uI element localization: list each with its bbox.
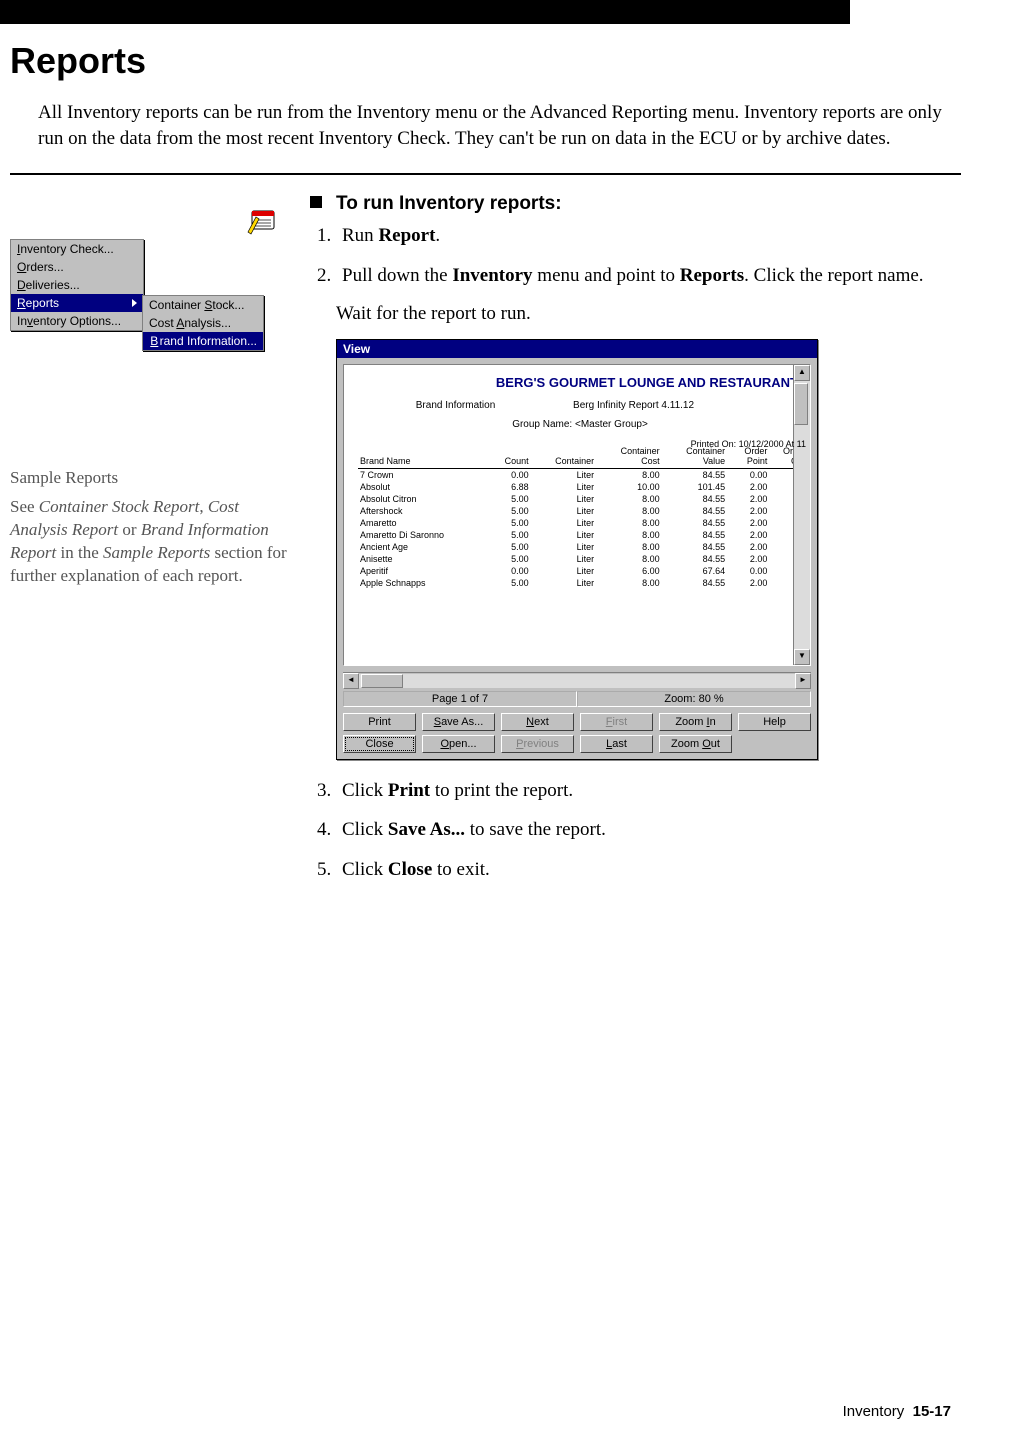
- wait-text: Wait for the report to run.: [336, 303, 961, 325]
- table-row: Absolut6.88Liter10.00101.452.00: [358, 481, 802, 493]
- submenu-arrow-icon: [132, 299, 137, 307]
- report-document-area: ▲ ▼ BERG'S GOURMET LOUNGE AND RESTAURANT…: [343, 364, 811, 666]
- first-button[interactable]: First: [580, 713, 653, 731]
- menu-item-deliveries[interactable]: Deliveries...: [11, 276, 143, 294]
- table-row: Amaretto Di Saronno5.00Liter8.0084.552.0…: [358, 529, 802, 541]
- print-button[interactable]: Print: [343, 713, 416, 731]
- zoom-in-button[interactable]: Zoom In: [659, 713, 732, 731]
- notepad-icon: [246, 207, 280, 235]
- col-container-cost: ContainerCost: [598, 444, 664, 469]
- report-group-name: Group Name: <Master Group>: [358, 419, 802, 430]
- divider: [10, 173, 961, 175]
- scroll-right-icon[interactable]: ►: [795, 673, 811, 689]
- report-table: Brand NameCountContainerContainerCostCon…: [358, 444, 802, 589]
- bullet-square-icon: [310, 196, 322, 208]
- step-3: Click Print to print the report.: [336, 778, 961, 804]
- menu-item-reports[interactable]: Reports: [11, 294, 143, 312]
- vertical-scrollbar[interactable]: ▲ ▼: [793, 365, 810, 665]
- page-header-bar: [0, 0, 850, 24]
- scroll-thumb[interactable]: [794, 383, 808, 425]
- next-button[interactable]: Next: [501, 713, 574, 731]
- save-as-button[interactable]: Save As...: [422, 713, 495, 731]
- status-bar: Page 1 of 7 Zoom: 80 %: [337, 689, 817, 709]
- scroll-down-icon[interactable]: ▼: [794, 649, 810, 665]
- table-row: Aperitif0.00Liter6.0067.640.00: [358, 565, 802, 577]
- table-row: 7 Crown0.00Liter8.0084.550.00: [358, 468, 802, 481]
- last-button[interactable]: Last: [580, 735, 653, 753]
- report-subtitle-right: Berg Infinity Report 4.11.12: [553, 400, 802, 411]
- open-button[interactable]: Open...: [422, 735, 495, 753]
- intro-paragraph: All Inventory reports can be run from th…: [38, 100, 951, 151]
- scroll-up-icon[interactable]: ▲: [794, 365, 810, 381]
- menu-item-orders[interactable]: Orders...: [11, 258, 143, 276]
- window-titlebar[interactable]: View: [337, 340, 817, 358]
- report-viewer-window: View ▲ ▼ BERG'S GOURMET LOUNGE AND RESTA…: [336, 339, 818, 760]
- step-2: Pull down the Inventory menu and point t…: [336, 263, 961, 289]
- status-page: Page 1 of 7: [343, 691, 577, 707]
- horizontal-scrollbar[interactable]: ◄ ►: [343, 672, 811, 689]
- page-title: Reports: [10, 40, 961, 82]
- report-subtitle-left: Brand Information: [358, 400, 553, 411]
- close-button[interactable]: Close: [343, 735, 416, 753]
- col-count: Count: [489, 444, 533, 469]
- menu-item-inventory-check[interactable]: Inventory Check...: [11, 240, 143, 258]
- report-printed-on: Printed On: 10/12/2000 At 11: [691, 439, 806, 449]
- menu-screenshot: Inventory Check... Orders... Deliveries.…: [10, 239, 270, 387]
- sidebar-note: Sample Reports See Container Stock Repor…: [10, 467, 290, 588]
- page-footer: Inventory 15-17: [0, 1403, 1011, 1420]
- submenu-item-container-stock[interactable]: Container Stock...: [143, 296, 263, 314]
- step-1: Run Report.: [336, 223, 961, 249]
- status-zoom: Zoom: 80 %: [577, 691, 811, 707]
- sidebar-note-title: Sample Reports: [10, 467, 290, 490]
- zoom-out-button[interactable]: Zoom Out: [659, 735, 732, 753]
- col-container: Container: [533, 444, 599, 469]
- table-row: Anisette5.00Liter8.0084.552.00: [358, 553, 802, 565]
- sidebar-note-body: See Container Stock Report, Cost Analysi…: [10, 496, 290, 588]
- procedure-heading: To run Inventory reports:: [310, 193, 961, 215]
- help-button[interactable]: Help: [738, 713, 811, 731]
- table-row: Absolut Citron5.00Liter8.0084.552.00: [358, 493, 802, 505]
- scroll-left-icon[interactable]: ◄: [343, 673, 359, 689]
- table-row: Aftershock5.00Liter8.0084.552.00: [358, 505, 802, 517]
- table-row: Apple Schnapps5.00Liter8.0084.552.00: [358, 577, 802, 589]
- previous-button[interactable]: Previous: [501, 735, 574, 753]
- menu-item-inventory-options[interactable]: Inventory Options...: [11, 312, 143, 330]
- step-5: Click Close to exit.: [336, 857, 961, 883]
- col-brand-name: Brand Name: [358, 444, 489, 469]
- submenu-item-cost-analysis[interactable]: Cost Analysis...: [143, 314, 263, 332]
- table-row: Ancient Age5.00Liter8.0084.552.00: [358, 541, 802, 553]
- step-4: Click Save As... to save the report.: [336, 817, 961, 843]
- table-row: Amaretto5.00Liter8.0084.552.00: [358, 517, 802, 529]
- report-title: BERG'S GOURMET LOUNGE AND RESTAURANT: [358, 375, 802, 390]
- submenu-item-brand-information[interactable]: Brand Information...: [143, 332, 263, 350]
- scroll-thumb-h[interactable]: [361, 674, 403, 688]
